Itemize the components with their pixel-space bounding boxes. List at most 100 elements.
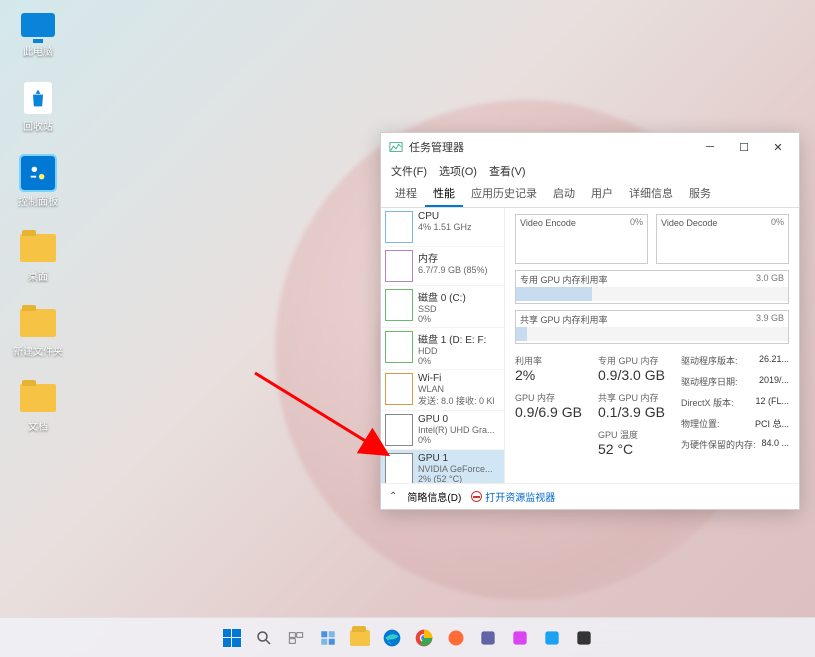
chart-cap: 3.9 GB — [756, 313, 784, 323]
tab-services[interactable]: 服务 — [681, 181, 719, 207]
chrome-icon — [414, 628, 434, 648]
open-resmon-link[interactable]: 打开资源监视器 — [471, 489, 555, 504]
search-icon — [255, 629, 273, 647]
info-directx: DirectX 版本:12 (FL... — [681, 396, 789, 409]
window-buttons: ─ ☐ ✕ — [693, 134, 795, 160]
chart-label: 共享 GPU 内存利用率 — [520, 315, 608, 325]
widgets-button[interactable] — [315, 625, 341, 651]
tab-startup[interactable]: 启动 — [545, 181, 583, 207]
desktop-icon-label: 回收站 — [23, 118, 53, 133]
chart-label: Video Decode — [661, 218, 717, 228]
resource-sub: Intel(R) UHD Gra... — [418, 425, 495, 435]
task-manager-window: 任务管理器 ─ ☐ ✕ 文件(F) 选项(O) 查看(V) 进程 性能 应用历史… — [380, 132, 800, 510]
minimize-button[interactable]: ─ — [693, 134, 727, 160]
taskview-icon — [287, 629, 305, 647]
brief-info-button[interactable]: 简略信息(D) — [407, 489, 461, 504]
desktop-icon-label: 此电脑 — [23, 43, 53, 58]
window-title: 任务管理器 — [409, 139, 693, 155]
resource-item-wifi[interactable]: Wi-FiWLAN发送: 8.0 接收: 0 Kl — [381, 370, 504, 411]
desktop-icon-control-panel[interactable]: 控制面板 — [12, 155, 64, 208]
close-button[interactable]: ✕ — [761, 134, 795, 160]
resource-name: CPU — [418, 211, 472, 222]
resource-name: GPU 0 — [418, 414, 495, 425]
windows-logo-icon — [223, 629, 241, 647]
desktop-icon-folder-3[interactable]: 文档 — [12, 380, 64, 433]
desktop-icon-this-pc[interactable]: 此电脑 — [12, 5, 64, 58]
edge-button[interactable] — [379, 625, 405, 651]
tab-performance[interactable]: 性能 — [425, 181, 463, 207]
menu-file[interactable]: 文件(F) — [391, 163, 427, 179]
desktop-icon-folder-1[interactable]: 桌面 — [12, 230, 64, 283]
folder-icon — [350, 630, 370, 646]
search-button[interactable] — [251, 625, 277, 651]
taskbar — [0, 617, 815, 657]
desktop-icon-folder-2[interactable]: 新建文件夹 — [12, 305, 64, 358]
app-icon — [446, 628, 466, 648]
details-pane: Video Encode 0% Video Decode 0% 专用 GPU 内… — [505, 208, 799, 483]
chrome-button[interactable] — [411, 625, 437, 651]
resource-item-mem[interactable]: 内存6.7/7.9 GB (85%) — [381, 247, 504, 286]
tab-bar: 进程 性能 应用历史记录 启动 用户 详细信息 服务 — [381, 181, 799, 208]
sparkline-chart — [385, 373, 413, 405]
desktop-icons: 此电脑 回收站 控制面板 桌面 新建文件夹 文档 — [12, 5, 64, 433]
desktop-icon-recycle-bin[interactable]: 回收站 — [12, 80, 64, 133]
app-button-1[interactable] — [443, 625, 469, 651]
recycle-bin-icon — [24, 82, 52, 114]
resource-item-disk0[interactable]: 磁盘 0 (C:)SSD0% — [381, 286, 504, 328]
app-icon — [389, 140, 403, 154]
start-button[interactable] — [219, 625, 245, 651]
app-icon — [478, 628, 498, 648]
resource-item-gpu1[interactable]: GPU 1NVIDIA GeForce...2% (52 °C) — [381, 450, 504, 483]
resource-item-cpu[interactable]: CPU4% 1.51 GHz — [381, 208, 504, 247]
app-icon — [542, 628, 562, 648]
no-entry-icon — [471, 491, 482, 502]
app-button-4[interactable] — [539, 625, 565, 651]
footer: ⌃ 简略信息(D) 打开资源监视器 — [381, 483, 799, 509]
resource-stat: 0% — [418, 435, 495, 445]
tab-app-history[interactable]: 应用历史记录 — [463, 181, 545, 207]
edge-icon — [382, 628, 402, 648]
app-button-5[interactable] — [571, 625, 597, 651]
monitor-icon — [21, 13, 55, 37]
chart-cap: 3.0 GB — [756, 273, 784, 283]
tab-details[interactable]: 详细信息 — [621, 181, 681, 207]
resource-stat: 0% — [418, 356, 486, 366]
resource-stat: 2% (52 °C) — [418, 474, 493, 483]
app-button-2[interactable] — [475, 625, 501, 651]
control-panel-icon — [21, 156, 55, 190]
resource-sub: HDD — [418, 346, 486, 356]
resource-item-gpu0[interactable]: GPU 0Intel(R) UHD Gra...0% — [381, 411, 504, 450]
resource-sub: WLAN — [418, 384, 495, 394]
desktop-icon-label: 新建文件夹 — [13, 343, 63, 358]
resource-item-disk1[interactable]: 磁盘 1 (D: E: F:HDD0% — [381, 328, 504, 370]
tab-users[interactable]: 用户 — [583, 181, 621, 207]
sparkline-chart — [385, 211, 413, 243]
maximize-button[interactable]: ☐ — [727, 134, 761, 160]
dedicated-gpu-mem-chart: 专用 GPU 内存利用率 3.0 GB — [515, 270, 789, 304]
sparkline-chart — [385, 250, 413, 282]
desktop-icon-label: 文档 — [28, 418, 48, 433]
titlebar[interactable]: 任务管理器 ─ ☐ ✕ — [381, 133, 799, 161]
explorer-button[interactable] — [347, 625, 373, 651]
taskview-button[interactable] — [283, 625, 309, 651]
tab-processes[interactable]: 进程 — [387, 181, 425, 207]
stat-utilization: 利用率 2% — [515, 354, 588, 383]
menu-options[interactable]: 选项(O) — [439, 163, 477, 179]
stat-gpu-temp: GPU 温度 52 °C — [598, 428, 671, 457]
resource-stat: 0% — [418, 314, 466, 324]
sparkline-chart — [385, 331, 413, 363]
menubar: 文件(F) 选项(O) 查看(V) — [381, 161, 799, 181]
sparkline-chart — [385, 289, 413, 321]
chart-bar — [516, 287, 788, 301]
app-button-3[interactable] — [507, 625, 533, 651]
info-reserved: 为硬件保留的内存:84.0 ... — [681, 438, 789, 451]
sparkline-chart — [385, 414, 413, 446]
resource-sub: SSD — [418, 304, 466, 314]
menu-view[interactable]: 查看(V) — [489, 163, 526, 179]
collapse-button[interactable]: ⌃ — [389, 491, 397, 502]
video-decode-chart: Video Decode 0% — [656, 214, 789, 264]
app-icon — [510, 628, 530, 648]
body: CPU4% 1.51 GHz内存6.7/7.9 GB (85%)磁盘 0 (C:… — [381, 208, 799, 483]
resource-sub: NVIDIA GeForce... — [418, 464, 493, 474]
sparkline-chart — [385, 453, 413, 483]
